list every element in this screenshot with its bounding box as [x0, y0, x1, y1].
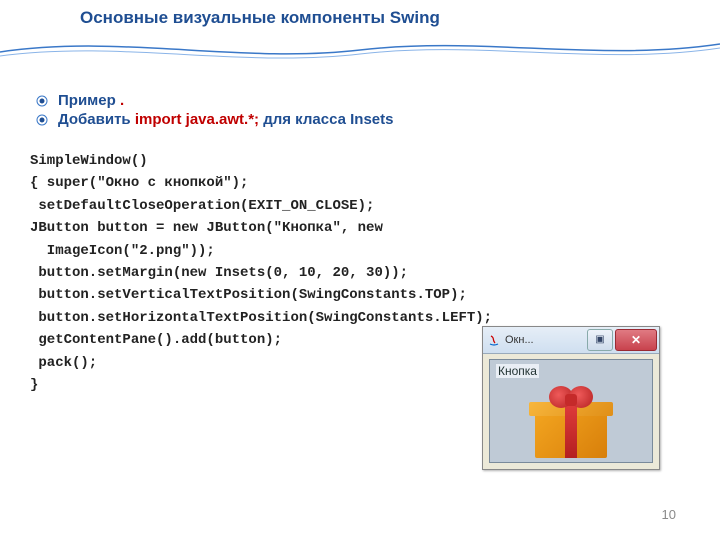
java-icon	[487, 333, 501, 347]
bullet-text: для класса Insets	[259, 111, 393, 128]
bullet-icon	[36, 114, 48, 126]
minimize-button[interactable]: ▣	[587, 329, 613, 351]
code-line: JButton button = new JButton("Кнопка", n…	[30, 217, 590, 239]
bullet-item: Пример .	[36, 92, 393, 109]
bullet-item: Добавить import java.awt.*; для класса I…	[36, 111, 393, 128]
bullet-text: .	[120, 92, 124, 109]
code-line: button.setVerticalTextPosition(SwingCons…	[30, 284, 590, 306]
close-button[interactable]: ✕	[615, 329, 657, 351]
code-line: setDefaultCloseOperation(EXIT_ON_CLOSE);	[30, 195, 590, 217]
bullet-icon	[36, 95, 48, 107]
bullet-code: import java.awt.*;	[135, 111, 259, 128]
window-body: Кнопка	[489, 359, 653, 463]
window-title: Окн...	[505, 334, 534, 346]
gift-icon	[529, 380, 613, 458]
code-line: ImageIcon("2.png"));	[30, 240, 590, 262]
example-window: Окн... ▣ ✕ Кнопка	[482, 326, 660, 470]
decor-wave	[0, 34, 720, 64]
bullet-text: Добавить	[58, 111, 135, 128]
page-number: 10	[662, 507, 676, 522]
bullet-text: Пример	[58, 92, 120, 109]
button-label[interactable]: Кнопка	[496, 364, 539, 378]
window-titlebar: Окн... ▣ ✕	[483, 327, 659, 354]
code-line: SimpleWindow()	[30, 150, 590, 172]
code-line: { super("Окно с кнопкой");	[30, 172, 590, 194]
slide-title: Основные визуальные компоненты Swing	[80, 8, 440, 28]
bullet-list: Пример . Добавить import java.awt.*; для…	[36, 92, 393, 130]
code-line: button.setMargin(new Insets(0, 10, 20, 3…	[30, 262, 590, 284]
